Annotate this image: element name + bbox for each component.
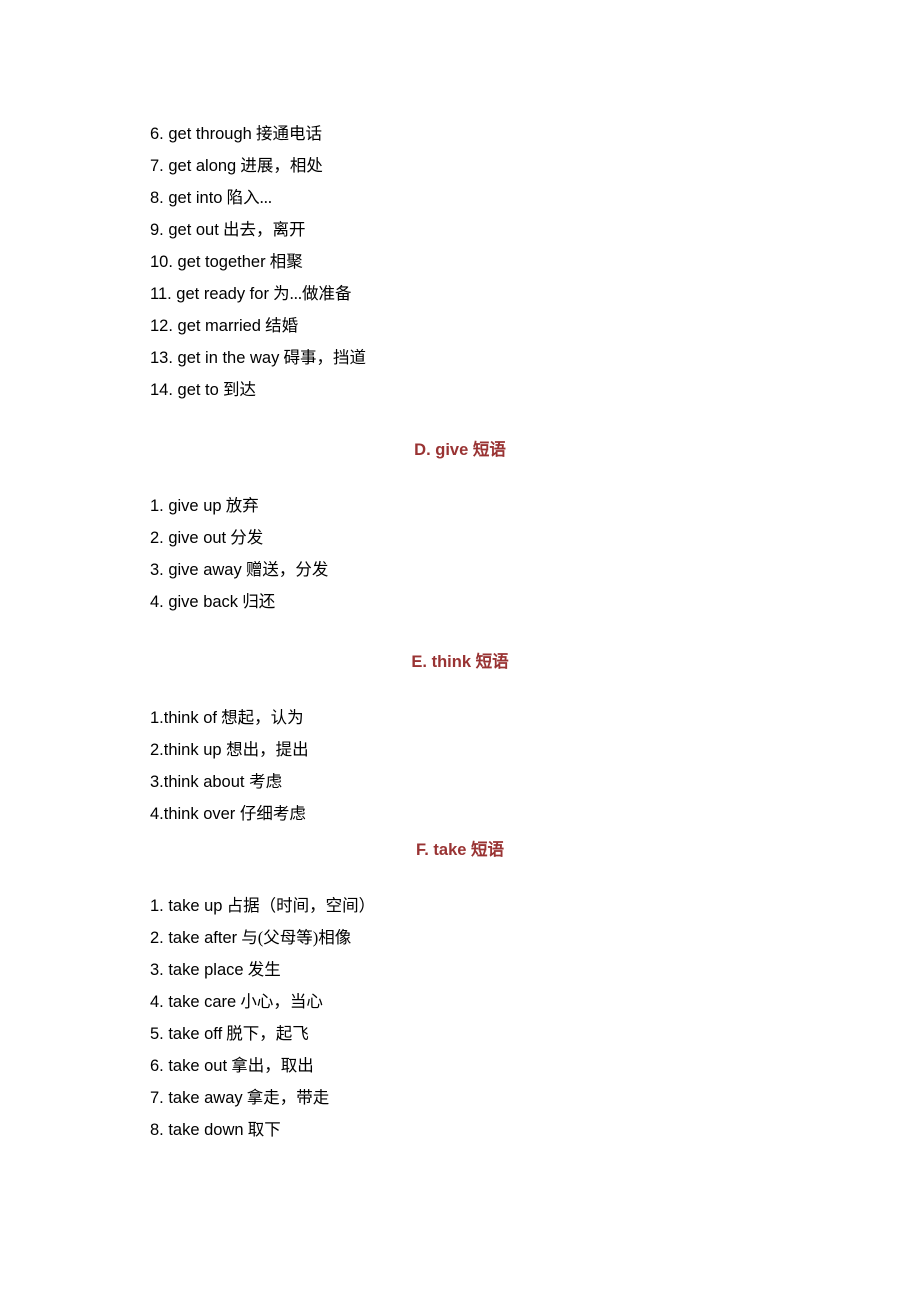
- phrase-text: 14. get to: [150, 381, 219, 399]
- phrase-text: 6. take out: [150, 1057, 227, 1075]
- phrase-text: 7. take away: [150, 1089, 243, 1107]
- phrase-text: 2. take after: [150, 929, 237, 947]
- meaning-text: 拿出，取出: [227, 1056, 314, 1075]
- phrase-text: 9. get out: [150, 221, 219, 239]
- meaning-text: 结婚: [261, 316, 298, 335]
- phrase-text: 4. give back: [150, 593, 238, 611]
- section-f-heading: F. take 短语: [150, 836, 770, 860]
- list-item: 8. take down 取下: [150, 1114, 920, 1146]
- section-d-heading: D. give 短语: [150, 436, 770, 460]
- list-item: 3.think about 考虑: [150, 766, 920, 798]
- phrase-text: 7. get along: [150, 157, 236, 175]
- section-e-block: 1.think of 想起，认为 2.think up 想出，提出 3.thin…: [150, 702, 920, 830]
- meaning-text: 脱下，起飞: [222, 1024, 309, 1043]
- section-e-heading: E. think 短语: [150, 648, 770, 672]
- meaning-text: 分发: [226, 528, 263, 547]
- list-item: 12. get married 结婚: [150, 310, 920, 342]
- phrase-text: 1. give up: [150, 497, 222, 515]
- list-item: 3. give away 赠送，分发: [150, 554, 920, 586]
- phrase-text: 3.think about: [150, 773, 249, 791]
- meaning-text: 仔细考虑: [240, 804, 306, 823]
- list-item: 2. give out 分发: [150, 522, 920, 554]
- list-item: 4. give back 归还: [150, 586, 920, 618]
- meaning-text: 接通电话: [252, 124, 322, 143]
- phrase-text: 13. get in the way: [150, 349, 279, 367]
- meaning-text: 到达: [219, 380, 256, 399]
- list-item: 6. get through 接通电话: [150, 118, 920, 150]
- phrase-text: 1. take up: [150, 897, 222, 915]
- phrase-text: 4. take care: [150, 993, 236, 1011]
- phrase-text: 3. take place: [150, 961, 244, 979]
- phrase-text: 10. get together: [150, 253, 266, 271]
- list-item: 3. take place 发生: [150, 954, 920, 986]
- list-item: 2. take after 与(父母等)相像: [150, 922, 920, 954]
- section-c-block: 6. get through 接通电话 7. get along 进展，相处 8…: [150, 118, 920, 406]
- meaning-text: 为...做准备: [269, 284, 352, 303]
- list-item: 7. take away 拿走，带走: [150, 1082, 920, 1114]
- phrase-text: 3. give away: [150, 561, 242, 579]
- list-item: 5. take off 脱下，起飞: [150, 1018, 920, 1050]
- meaning-text: 拿走，带走: [243, 1088, 330, 1107]
- meaning-text: 想出，提出: [226, 740, 309, 759]
- list-item: 13. get in the way 碍事，挡道: [150, 342, 920, 374]
- meaning-text: 与(父母等)相像: [237, 928, 351, 947]
- document-page: 6. get through 接通电话 7. get along 进展，相处 8…: [0, 0, 920, 1302]
- meaning-text: 考虑: [249, 772, 282, 791]
- meaning-text: 相聚: [266, 252, 303, 271]
- meaning-text: 碍事，挡道: [279, 348, 366, 367]
- phrase-text: 4.think over: [150, 805, 240, 823]
- meaning-text: 占据（时间，空间）: [222, 896, 375, 915]
- meaning-text: 发生: [244, 960, 281, 979]
- meaning-text: 进展，相处: [236, 156, 323, 175]
- list-item: 2.think up 想出，提出: [150, 734, 920, 766]
- phrase-text: 11. get ready for: [150, 285, 269, 303]
- list-item: 8. get into 陷入...: [150, 182, 920, 214]
- section-f-block: 1. take up 占据（时间，空间） 2. take after 与(父母等…: [150, 890, 920, 1146]
- list-item: 6. take out 拿出，取出: [150, 1050, 920, 1082]
- list-item: 11. get ready for 为...做准备: [150, 278, 920, 310]
- phrase-text: 6. get through: [150, 125, 252, 143]
- phrase-text: 5. take off: [150, 1025, 222, 1043]
- list-item: 1.think of 想起，认为: [150, 702, 920, 734]
- phrase-text: 2. give out: [150, 529, 226, 547]
- meaning-text: 赠送，分发: [242, 560, 329, 579]
- meaning-text: 小心，当心: [236, 992, 323, 1011]
- meaning-text: 归还: [238, 592, 275, 611]
- list-item: 14. get to 到达: [150, 374, 920, 406]
- list-item: 1. give up 放弃: [150, 490, 920, 522]
- meaning-text: 放弃: [222, 496, 259, 515]
- section-d-block: 1. give up 放弃 2. give out 分发 3. give awa…: [150, 490, 920, 618]
- list-item: 4. take care 小心，当心: [150, 986, 920, 1018]
- meaning-text: 取下: [244, 1120, 281, 1139]
- list-item: 1. take up 占据（时间，空间）: [150, 890, 920, 922]
- list-item: 9. get out 出去，离开: [150, 214, 920, 246]
- phrase-text: 8. take down: [150, 1121, 244, 1139]
- meaning-text: 出去，离开: [219, 220, 306, 239]
- meaning-text: 陷入...: [222, 188, 272, 207]
- list-item: 7. get along 进展，相处: [150, 150, 920, 182]
- list-item: 4.think over 仔细考虑: [150, 798, 920, 830]
- phrase-text: 8. get into: [150, 189, 222, 207]
- list-item: 10. get together 相聚: [150, 246, 920, 278]
- meaning-text: 想起，认为: [217, 708, 304, 727]
- phrase-text: 1.think of: [150, 709, 217, 727]
- phrase-text: 12. get married: [150, 317, 261, 335]
- phrase-text: 2.think up: [150, 741, 226, 759]
